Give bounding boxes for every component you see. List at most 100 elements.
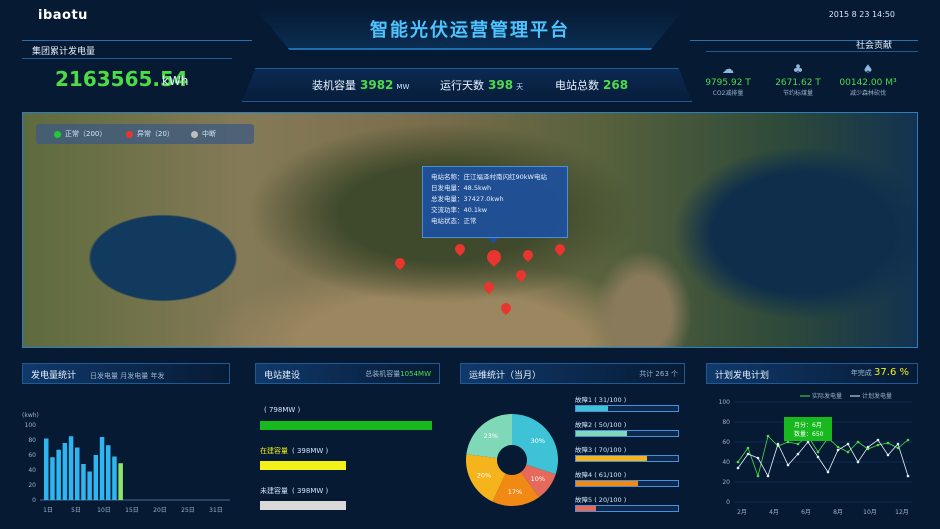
series-point [786,463,790,467]
series-point [886,441,890,445]
stat-run-days: 运行天数 398 天 [440,77,523,93]
legend-abnormal-dot [126,130,133,138]
total-generation-label: 集团累计发电量 [32,47,96,57]
fault-bar-fill [576,456,648,461]
ops-title: 运维统计（当月） [469,371,542,381]
stat-capacity-label: 装机容量 [312,79,356,92]
legend-normal-dot [54,130,61,138]
fault-bar-track [575,405,679,412]
construction-bar [260,421,432,430]
x-tick-label: 4月 [769,509,779,516]
station-tooltip: 电站名称：庄江福泽村南闪红90kW电站 日发电量：48.5kwh 总发电量：37… [422,166,568,238]
x-tick-label: 10日 [97,507,111,514]
construction-row-value: ( 798MW ) [264,406,301,414]
series-point [806,440,810,444]
legend-abnormal[interactable]: 异常（20） [126,129,174,139]
ops-fault-bars: 故障1 ( 31/100 ) 故障2 ( 50/100 ) 故障3 ( 70/100… [575,394,685,524]
y-tick-label: 80 [722,419,730,426]
map-legend: 正常（200） 异常（20） 中断 [36,124,254,144]
y-tick-label: 100 [719,399,731,406]
legend-normal-label: 正常（200） [65,130,107,138]
generation-bar [56,449,61,500]
construction-title: 电站建设 [264,371,301,381]
series-point [846,450,850,454]
forest-icon: ♠ [862,62,874,76]
legend-label: 实际发电量 [812,392,842,400]
series-point [906,474,910,478]
stat-capacity: 装机容量 3982 MW [312,77,409,93]
series-point [876,438,880,442]
panel-title-plan: 计划发电计划 年完成 37.6 % [706,363,918,384]
x-tick-label: 31日 [209,507,223,514]
social-forest-value: 00142.00 M³ [839,78,897,88]
datetime: 2015 8 23 14:50 [828,10,895,19]
construction-row-name: 未建容量 [260,487,288,495]
x-tick-label: 12月 [895,509,909,516]
construction-row-label: 未建容量 ( 398MW ) [260,486,328,496]
series-point [876,443,880,447]
y-tick-label: 80 [28,437,36,444]
series-point [886,453,890,457]
generation-bar-chart: (kwh) 0 20 40 60 80 100 1日 5日 10日 15日 20日 25日 31日 [22,412,230,514]
stat-run-days-label: 运行天数 [440,79,484,92]
construction-row-name: 在建容量 [260,447,288,455]
generation-bar [62,443,68,500]
fault-bar-fill [576,506,597,511]
fault-bar-fill [576,481,639,486]
series-point [856,460,860,464]
x-tick-label: 25日 [181,507,195,514]
y-tick-label: 20 [28,482,36,489]
generation-bar [112,456,117,500]
pie-slice-label: 23% [484,432,498,440]
generation-bar [44,438,49,500]
generation-bar [87,471,92,500]
series-point [766,474,770,478]
y-tick-label: 100 [25,422,37,429]
generation-bar [99,437,105,500]
plan-rate-label: 年完成 [850,369,872,377]
construction-subtitle-label: 总装机容量 [365,370,401,378]
generation-bar [81,464,86,500]
generation-bar [50,457,55,500]
social-coal-value: 2671.62 T [775,78,821,88]
callout-line2: 数量：650 [794,430,824,438]
pie-slice-label: 10% [531,475,545,483]
panel-title-construction: 电站建设 总装机容量1054MW [255,363,440,384]
y-tick-label: 60 [28,452,36,459]
fault-label: 故障2 ( 50/100 ) [575,421,627,429]
generation-tabs[interactable]: 日发电量 月发电量 年发 [90,372,164,380]
social-contribution-label: 社会贡献 [855,41,892,51]
series-point [836,448,840,452]
x-tick-label: 1日 [43,507,53,514]
series-point [866,445,870,449]
series-point [846,442,850,446]
tooltip-line: 总发电量：37427.0kwh [431,195,504,203]
left-stat-divider [22,58,232,59]
series-point [896,442,900,446]
series-point [826,470,830,474]
x-tick-label: 5日 [71,507,81,514]
tooltip-arrow [488,238,498,244]
legend-label: 计划发电量 [862,392,892,400]
series-point [906,438,910,442]
pie-slice-label: 30% [531,437,545,445]
tree-icon: ♣ [792,62,804,76]
fault-bar-track [575,430,679,437]
generation-bar [118,463,123,500]
social-forest-caption: 减少森林砍伐 [849,90,886,97]
tooltip-line: 交流功率：40.1kw [431,206,488,214]
pie-slice-label: 17% [508,488,522,496]
series-point [816,455,820,459]
total-generation-unit: kWh [162,74,189,88]
app-logo: ibaotu [38,8,88,23]
page-title: 智能光伏运营管理平台 [370,20,570,41]
y-tick-label: 40 [722,459,730,466]
x-tick-label: 10月 [863,509,877,516]
stat-capacity-value: 3982 [360,78,394,92]
series-point [796,442,800,446]
cloud-icon: ☁ [722,62,734,76]
legend-offline[interactable]: 中断 [191,129,216,139]
y-tick-label: 40 [28,467,36,474]
legend-normal[interactable]: 正常（200） [54,129,106,139]
construction-subtitle-value: 1054MW [400,370,431,378]
